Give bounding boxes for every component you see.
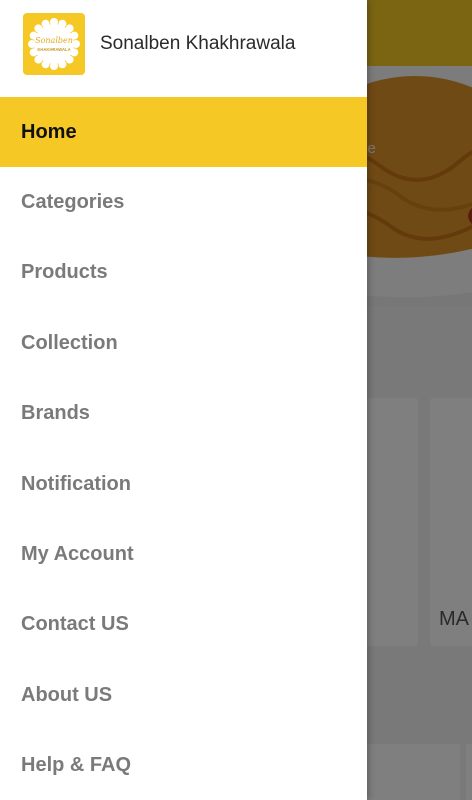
logo-text-top: Sonalben bbox=[35, 36, 73, 45]
drawer-item-contact-us[interactable]: Contact US bbox=[0, 590, 367, 660]
drawer-item-label: Products bbox=[21, 261, 108, 284]
drawer-item-notification[interactable]: Notification bbox=[0, 449, 367, 519]
app-screen: se MA bbox=[0, 0, 472, 800]
drawer-item-label: Notification bbox=[21, 472, 131, 495]
drawer-menu: Home Categories Products Collection Bran… bbox=[0, 97, 367, 800]
drawer-item-help-faq[interactable]: Help & FAQ bbox=[0, 731, 367, 800]
drawer-item-label: Home bbox=[21, 120, 77, 143]
drawer-item-label: Categories bbox=[21, 191, 125, 214]
drawer-item-label: Contact US bbox=[21, 613, 129, 636]
logo-badge-icon: Sonalben KHAKHRAWALA bbox=[28, 18, 80, 70]
drawer-item-label: Collection bbox=[21, 331, 118, 354]
drawer-item-label: Help & FAQ bbox=[21, 754, 132, 777]
drawer-item-label: About US bbox=[21, 683, 113, 706]
drawer-item-label: My Account bbox=[21, 543, 134, 566]
drawer-item-categories[interactable]: Categories bbox=[0, 167, 367, 237]
drawer-item-brands[interactable]: Brands bbox=[0, 379, 367, 449]
drawer-item-about-us[interactable]: About US bbox=[0, 660, 367, 730]
navigation-drawer: Sonalben KHAKHRAWALA Sonalben Khakhrawal… bbox=[0, 0, 367, 800]
app-logo: Sonalben KHAKHRAWALA bbox=[23, 13, 85, 75]
drawer-item-home[interactable]: Home bbox=[0, 97, 367, 168]
logo-text-bottom: KHAKHRAWALA bbox=[37, 47, 70, 52]
drawer-item-my-account[interactable]: My Account bbox=[0, 519, 367, 589]
drawer-item-collection[interactable]: Collection bbox=[0, 308, 367, 378]
drawer-item-products[interactable]: Products bbox=[0, 238, 367, 308]
drawer-header: Sonalben KHAKHRAWALA Sonalben Khakhrawal… bbox=[0, 0, 367, 97]
drawer-item-label: Brands bbox=[21, 402, 90, 425]
app-name: Sonalben Khakhrawala bbox=[100, 33, 296, 54]
